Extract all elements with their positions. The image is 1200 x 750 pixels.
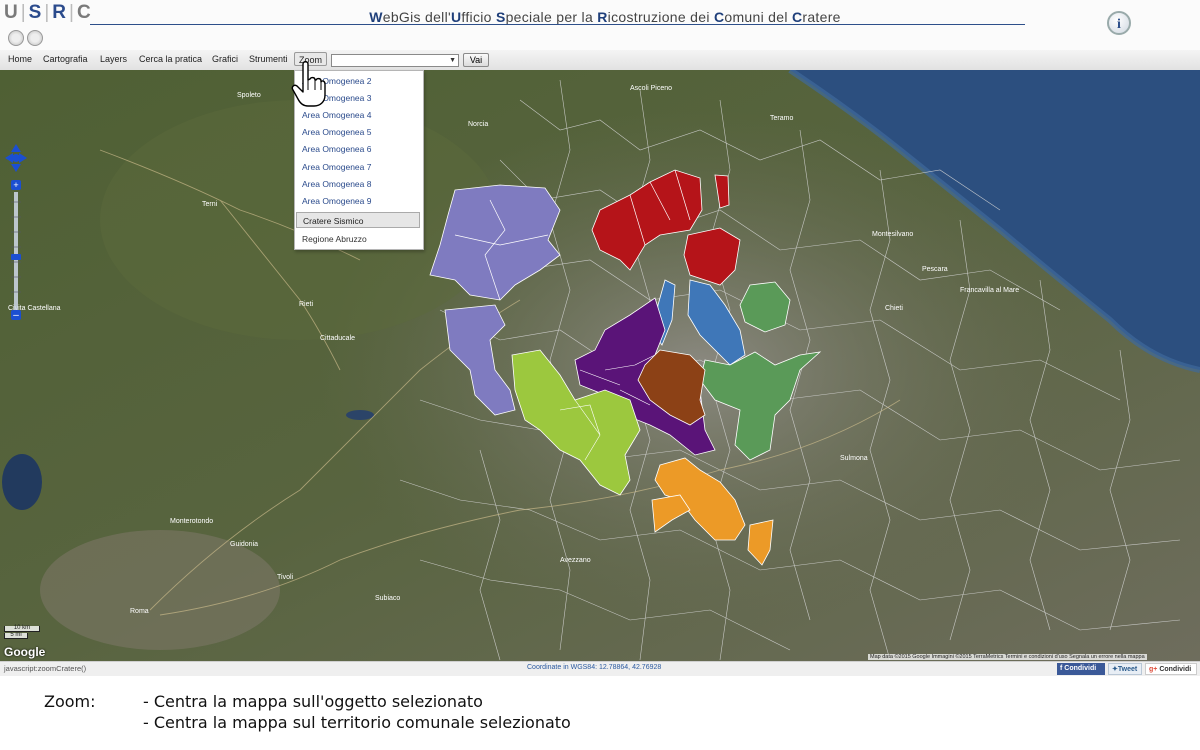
map-navigation-control: + – (4, 142, 28, 324)
label-ascoli-piceno: Ascoli Piceno (630, 85, 672, 92)
status-url-text: javascript:zoomCratere() (4, 664, 87, 673)
zoom-select[interactable]: ▼ (331, 54, 459, 67)
logo-letter-r: R (52, 2, 69, 23)
dropdown-item-regione-abruzzo[interactable]: Regione Abruzzo (296, 231, 420, 247)
hand-pointer-cursor-icon (291, 61, 326, 107)
menu-cartografia[interactable]: Cartografia (43, 54, 88, 64)
dropdown-item-area-7[interactable]: Area Omogenea 7 (296, 159, 420, 175)
coordinates-readout: Coordinate in WGS84: 12.78864, 42.76928 (527, 664, 662, 671)
dropdown-item-area-8[interactable]: Area Omogenea 8 (296, 176, 420, 192)
label-rieti: Rieti (299, 301, 313, 308)
label-sulmona: Sulmona (840, 455, 868, 462)
label-terni: Terni (202, 201, 218, 208)
dropdown-item-area-6[interactable]: Area Omogenea 6 (296, 141, 420, 157)
menu-cerca-la-pratica[interactable]: Cerca la pratica (139, 54, 202, 64)
zoom-slider-handle[interactable] (11, 254, 21, 260)
chevron-down-icon: ▼ (449, 57, 456, 64)
institution-seals (8, 30, 43, 46)
label-montesilvano: Montesilvano (872, 231, 913, 238)
satellite-map: Spoleto Terni Rieti Roma Tivoli Guidonia… (0, 70, 1200, 661)
rome-urban-area (40, 530, 280, 650)
app-title-text: WebGis dell'Ufficio Speciale per la Rico… (369, 9, 841, 25)
pan-left-icon (5, 153, 13, 163)
google-logo: Google (4, 645, 46, 659)
logo-letter-s: S (28, 2, 44, 23)
menu-grafici[interactable]: Grafici (212, 54, 238, 64)
google-plus-icon: g+ (1149, 666, 1160, 673)
pan-control[interactable] (5, 144, 27, 172)
svg-text:+: + (13, 180, 18, 190)
google-plus-share-label: Condividi (1159, 666, 1192, 673)
menu-strumenti[interactable]: Strumenti (249, 54, 288, 64)
dropdown-item-area-9[interactable]: Area Omogenea 9 (296, 193, 420, 209)
map-attribution[interactable]: Map data ©2015 Google Immagini ©2015 Ter… (868, 654, 1147, 660)
tweet-label: Tweet (1117, 666, 1138, 673)
app-title: WebGis dell'Ufficio Speciale per la Rico… (340, 9, 870, 25)
label-subiaco: Subiaco (375, 595, 400, 602)
menu-layers[interactable]: Layers (100, 54, 127, 64)
status-bar: javascript:zoomCratere() Coordinate in W… (0, 661, 1200, 676)
label-roma: Roma (130, 608, 149, 615)
label-spoleto: Spoleto (237, 92, 261, 99)
dropdown-item-area-5[interactable]: Area Omogenea 5 (296, 124, 420, 140)
label-avezzano: Avezzano (560, 557, 591, 564)
label-francavilla: Francavilla al Mare (960, 287, 1019, 294)
logo-letter-c: C (76, 2, 93, 23)
pan-up-icon (11, 144, 21, 152)
info-icon[interactable]: i (1107, 11, 1131, 35)
usrc-logo: U|S|R|C (4, 2, 93, 23)
menu-bar: Home Cartografia Layers Cerca la pratica… (0, 50, 1200, 71)
lake-salto (346, 410, 374, 420)
menu-home[interactable]: Home (8, 54, 32, 64)
label-tivoli: Tivoli (277, 574, 294, 581)
seal-icon (27, 30, 43, 46)
pan-down-icon (11, 164, 21, 172)
label-cittaducale: Cittaducale (320, 335, 355, 342)
map-canvas[interactable]: Spoleto Terni Rieti Roma Tivoli Guidonia… (0, 70, 1200, 661)
go-button[interactable]: Vai (463, 53, 489, 67)
dropdown-item-area-4[interactable]: Area Omogenea 4 (296, 107, 420, 123)
scale-mi: 5 mi (4, 632, 28, 639)
logo-letter-u: U (4, 2, 20, 23)
caption-area: Zoom: - Centra la mappa sull'oggetto sel… (0, 676, 1200, 750)
label-guidonia: Guidonia (230, 541, 258, 548)
caption-line-1: - Centra la mappa sull'oggetto seleziona… (143, 692, 483, 711)
label-monterotondo: Monterotondo (170, 518, 213, 525)
google-plus-share-button[interactable]: g+ Condividi (1145, 663, 1197, 675)
facebook-share-label: Condividi (1064, 665, 1097, 672)
label-pescara: Pescara (922, 266, 948, 273)
lake-bracciano (2, 454, 42, 510)
label-teramo: Teramo (770, 115, 793, 122)
svg-text:–: – (13, 310, 19, 321)
caption-label: Zoom: (44, 692, 96, 711)
app-header: U|S|R|C WebGis dell'Ufficio Speciale per… (0, 0, 1200, 50)
label-norcia: Norcia (468, 121, 488, 128)
facebook-share-button[interactable]: f Condividi (1057, 663, 1105, 675)
seal-icon (8, 30, 24, 46)
tweet-button[interactable]: ✦Tweet (1108, 663, 1142, 675)
pan-right-icon (19, 153, 27, 163)
dropdown-item-cratere-sismico[interactable]: Cratere Sismico (296, 212, 420, 228)
label-chieti: Chieti (885, 305, 903, 312)
map-scale: 10 km 5 mi (4, 625, 40, 640)
caption-line-2: - Centra la mappa sul territorio comunal… (143, 713, 571, 732)
title-divider (90, 24, 1025, 25)
